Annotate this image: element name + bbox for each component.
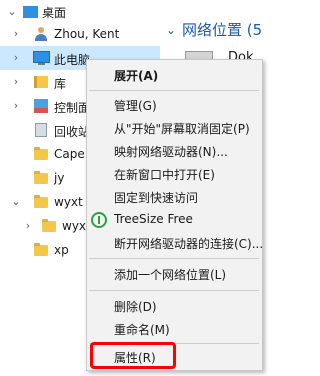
- computer-icon: [33, 50, 50, 66]
- recycle-bin-icon: [34, 122, 50, 138]
- menu-item-treesize[interactable]: TreeSize Free: [87, 209, 262, 231]
- tree-item-label: Zhou, Kent: [54, 27, 120, 41]
- chevron-right-icon[interactable]: ›: [10, 76, 22, 88]
- menu-item-label: 固定到快速访问: [114, 191, 199, 205]
- folder-icon: [34, 146, 50, 162]
- tree-item-label: xp: [54, 243, 69, 257]
- tree-item-label: Cape: [54, 147, 85, 161]
- menu-item-map-drive[interactable]: 映射网络驱动器(N)...: [87, 140, 262, 162]
- menu-separator: [89, 290, 259, 291]
- tree-item-label: wyxt: [54, 195, 83, 209]
- context-menu: 展开(A) 管理(G) 从"开始"屏幕取消固定(P) 映射网络驱动器(N)...…: [86, 59, 263, 371]
- menu-item-add-network-location[interactable]: 添加一个网络位置(L): [87, 263, 262, 285]
- tree-item-label: 控制面: [54, 101, 91, 115]
- menu-item-expand[interactable]: 展开(A): [87, 64, 262, 86]
- menu-item-pin-quick-access[interactable]: 固定到快速访问: [87, 186, 262, 208]
- tree-item-desktop[interactable]: ⌄ 桌面: [0, 0, 160, 24]
- chevron-down-icon[interactable]: ⌄: [6, 6, 18, 18]
- chevron-down-icon[interactable]: ⌄: [10, 196, 22, 208]
- menu-item-label: TreeSize Free: [114, 212, 193, 226]
- menu-item-delete[interactable]: 删除(D): [87, 295, 262, 317]
- menu-separator: [89, 258, 259, 259]
- menu-item-label: 管理(G): [114, 99, 157, 113]
- menu-item-rename[interactable]: 重命名(M): [87, 318, 262, 340]
- menu-item-unpin-start[interactable]: 从"开始"屏幕取消固定(P): [87, 117, 262, 139]
- chevron-down-icon[interactable]: ⌄: [166, 23, 180, 37]
- tree-item-label: wyx: [62, 219, 87, 233]
- menu-item-disconnect-drive[interactable]: 断开网络驱动器的连接(C)...: [87, 232, 264, 254]
- chevron-right-icon[interactable]: ›: [10, 100, 22, 112]
- menu-item-label: 删除(D): [114, 300, 157, 314]
- tree-item-label: 库: [54, 77, 67, 91]
- folder-icon: [42, 218, 58, 234]
- library-icon: [34, 74, 50, 90]
- menu-item-label: 映射网络驱动器(N)...: [114, 145, 228, 159]
- chevron-right-icon[interactable]: ›: [10, 28, 22, 40]
- control-panel-icon: [34, 98, 50, 114]
- folder-icon: [34, 194, 50, 210]
- properties-highlight-box: [90, 342, 176, 369]
- chevron-right-icon[interactable]: ›: [10, 52, 22, 64]
- menu-item-label: 从"开始"屏幕取消固定(P): [114, 122, 250, 136]
- chevron-right-icon[interactable]: ›: [22, 220, 34, 232]
- tree-item-user[interactable]: › Zhou, Kent: [0, 22, 160, 46]
- tree-item-label: 回收站: [54, 125, 91, 139]
- user-folder-icon: [34, 26, 50, 42]
- menu-item-open-new-window[interactable]: 在新窗口中打开(E): [87, 163, 262, 185]
- menu-item-manage[interactable]: 管理(G): [87, 94, 262, 116]
- menu-item-label: 在新窗口中打开(E): [114, 168, 215, 182]
- network-locations-header[interactable]: ⌄ 网络位置 (5: [166, 19, 262, 40]
- treesize-icon: [91, 212, 107, 228]
- tree-item-label: 桌面: [42, 6, 67, 20]
- menu-item-label: 重命名(M): [114, 323, 170, 337]
- menu-item-label: 添加一个网络位置(L): [114, 268, 227, 282]
- folder-icon: [34, 242, 50, 258]
- folder-icon: [34, 170, 50, 186]
- menu-item-label: 断开网络驱动器的连接(C)...: [114, 237, 264, 251]
- desktop-icon: [23, 4, 39, 20]
- section-header-text: 网络位置 (5: [182, 21, 263, 39]
- menu-separator: [89, 90, 259, 91]
- tree-item-label: 此电脑: [54, 53, 91, 67]
- menu-item-label: 展开(A): [114, 69, 159, 83]
- tree-item-label: jy: [54, 171, 65, 185]
